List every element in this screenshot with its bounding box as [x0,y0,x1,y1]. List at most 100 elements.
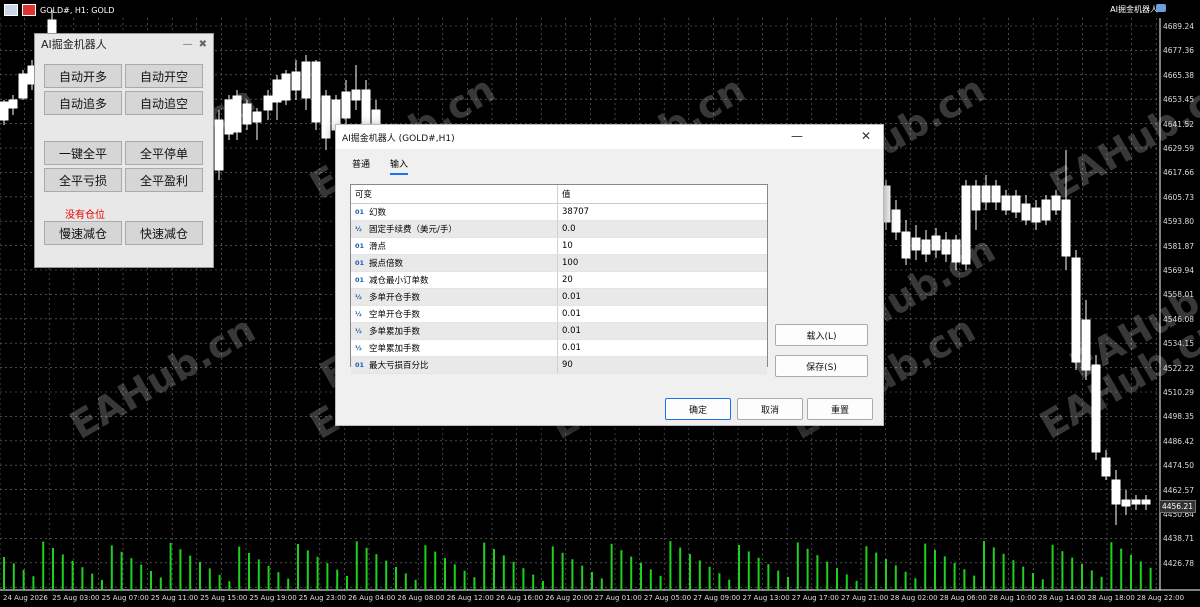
param-row[interactable]: ½ 空单累加手数 0.01 [351,340,767,357]
param-type-icon: ½ [355,327,362,335]
reset-button[interactable]: 重置 [807,398,873,420]
param-value[interactable]: 10 [562,241,573,251]
load-button[interactable]: 载入(L) [775,324,868,346]
robot-tag: AI掘金机器人 [1110,5,1158,14]
time-tick: 24 Aug 2026 [3,594,48,602]
param-value[interactable]: 38707 [562,207,589,217]
param-name: 幻数 [369,208,387,218]
param-row[interactable]: 01 减仓最小订单数 20 [351,272,767,289]
menu-icon[interactable] [4,4,18,16]
tab-inputs[interactable]: 输入 [390,157,409,175]
auto-open-short-button[interactable]: 自动开空 [125,64,203,88]
param-name: 空单开仓手数 [369,310,421,320]
close-profit-button[interactable]: 全平盈利 [125,168,203,192]
save-button[interactable]: 保存(S) [775,355,868,377]
candle-body [1121,499,1131,507]
minimize-icon[interactable]: — [791,129,803,143]
chart-title: GOLD#, H1: GOLD [4,4,114,16]
param-value[interactable]: 0.01 [562,309,581,319]
price-tick: 4510.29 [1162,388,1194,397]
price-tick: 4689.24 [1162,22,1194,31]
param-type-icon: ½ [355,225,362,233]
param-name: 多单累加手数 [369,327,421,337]
tab-general[interactable]: 普通 [352,157,370,175]
price-tick: 4677.36 [1162,46,1194,56]
param-value[interactable]: 20 [562,275,573,285]
param-type-icon: 01 [355,208,365,216]
dialog-title: AI掘金机器人 (GOLD#,H1) [342,133,455,144]
param-value[interactable]: 90 [562,360,573,370]
time-tick: 27 Aug 17:00 [791,594,839,602]
settings-dialog: AI掘金机器人 (GOLD#,H1) — ✕ 普通 输入 可变 值 01 幻数 38… [335,124,884,426]
price-tick: 4474.50 [1162,461,1194,471]
price-tick: 4534.15 [1162,339,1194,349]
price-tick: 4653.45 [1162,95,1194,105]
param-value[interactable]: 100 [562,258,578,268]
candle-body [901,231,911,259]
param-value[interactable]: 0.0 [562,224,576,234]
param-row[interactable]: 01 滑点 10 [351,238,767,255]
price-tick: 4426.78 [1162,558,1194,568]
price-tick: 4558.01 [1162,290,1194,300]
close-losing-button[interactable]: 全平亏损 [44,168,122,192]
fast-reduce-button[interactable]: 快速减仓 [125,221,203,245]
price-tick: 4593.80 [1162,217,1194,227]
price-tick: 4462.57 [1162,485,1194,495]
params-header: 可变 值 [351,185,767,204]
param-type-icon: 01 [355,259,365,267]
param-type-icon: ½ [355,310,362,318]
param-row[interactable]: 01 幻数 38707 [351,204,767,221]
param-name: 空单累加手数 [369,344,421,354]
auto-open-long-button[interactable]: 自动开多 [44,64,122,88]
param-value[interactable]: 0.01 [562,326,581,336]
close-all-button[interactable]: 一键全平 [44,141,122,165]
candle-body [281,73,291,101]
param-row[interactable]: ½ 固定手续费（美元/手） 0.0 [351,221,767,238]
param-row[interactable]: ½ 多单累加手数 0.01 [351,323,767,340]
auto-chase-long-button[interactable]: 自动追多 [44,91,122,115]
chart-icon [22,4,36,16]
chart-symbol: GOLD#, H1: GOLD [40,5,115,15]
candle-body [1101,457,1111,477]
price-tick: 4629.59 [1162,144,1194,153]
dialog-titlebar[interactable]: AI掘金机器人 (GOLD#,H1) — ✕ [336,125,883,149]
price-tick: 4617.66 [1162,168,1194,178]
candle-body [931,235,941,251]
dialog-tabs: 普通 输入 [352,157,409,175]
minimize-icon[interactable]: — [183,39,193,50]
time-tick: 27 Aug 09:00 [693,594,741,602]
auto-chase-short-button[interactable]: 自动追空 [125,91,203,115]
candle-body [971,185,981,211]
robot-panel-header[interactable]: AI掘金机器人 — ✖ [35,34,213,54]
time-tick: 25 Aug 23:00 [298,594,346,602]
time-tick: 26 Aug 04:00 [348,594,396,602]
candle-body [341,91,351,119]
param-value[interactable]: 0.01 [562,292,581,302]
param-row[interactable]: ½ 多单开仓手数 0.01 [351,289,767,306]
time-tick: 25 Aug 03:00 [52,594,100,602]
param-row[interactable]: 01 报点倍数 100 [351,255,767,272]
param-type-icon: 01 [355,361,365,369]
watermark-text: EAHub.cn [1043,67,1200,208]
slow-reduce-button[interactable]: 慢速减仓 [44,221,122,245]
col-variable: 可变 [355,190,373,200]
time-tick: 26 Aug 12:00 [446,594,494,602]
candle-body [8,99,18,109]
price-tick: 4498.35 [1162,412,1194,422]
price-tick: 4438.71 [1162,534,1194,544]
candle-body [321,95,331,139]
time-tick: 27 Aug 21:00 [841,594,889,602]
close-icon[interactable]: ✖ [199,39,207,50]
close-icon[interactable]: ✕ [861,129,871,143]
ok-button[interactable]: 确定 [665,398,731,420]
time-tick: 28 Aug 02:00 [890,594,938,602]
param-row[interactable]: ½ 空单开仓手数 0.01 [351,306,767,323]
cancel-button[interactable]: 取消 [737,398,803,420]
close-all-stop-button[interactable]: 全平停单 [125,141,203,165]
time-tick: 28 Aug 06:00 [939,594,987,602]
param-row[interactable]: 01 最大亏损百分比 90 [351,357,767,374]
param-value[interactable]: 0.01 [562,343,581,353]
time-tick: 27 Aug 13:00 [742,594,790,602]
time-tick: 26 Aug 16:00 [496,594,544,602]
candle-body [311,61,321,123]
